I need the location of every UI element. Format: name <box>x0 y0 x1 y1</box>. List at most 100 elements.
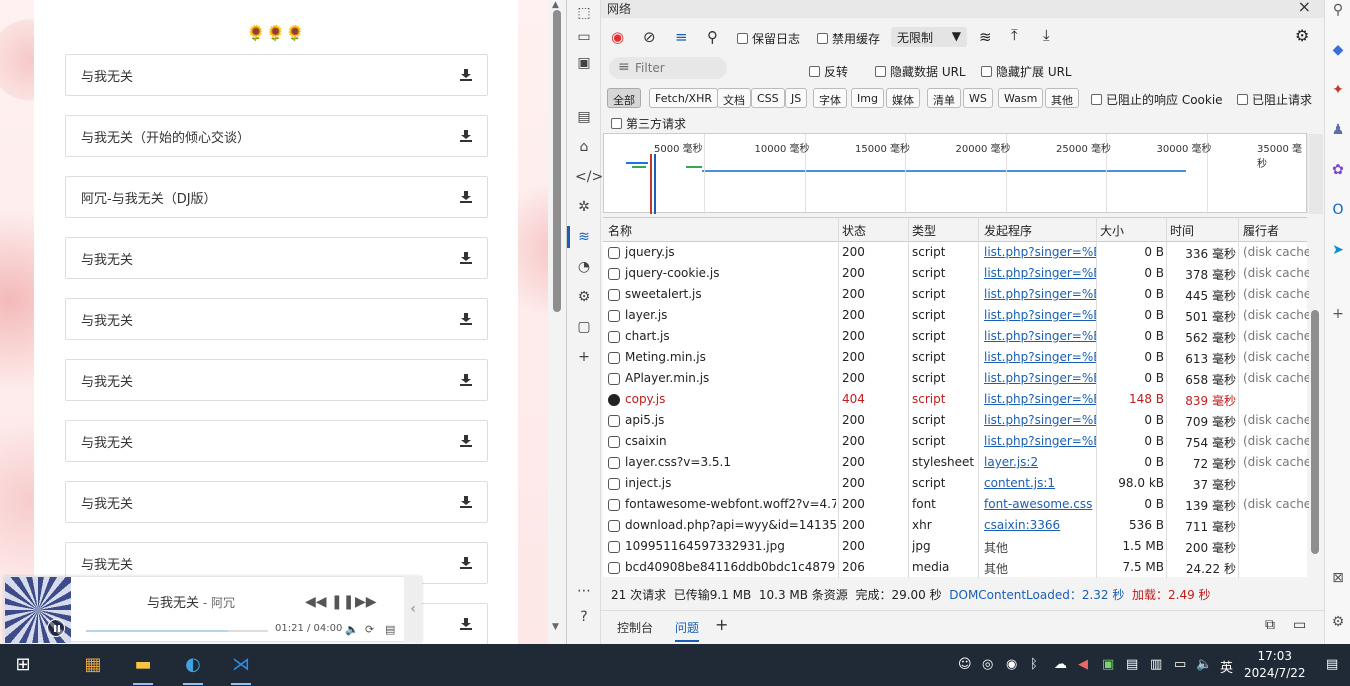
steam-icon[interactable]: ◎ <box>982 657 993 672</box>
table-scrollbar[interactable] <box>1309 218 1322 578</box>
lyrics-icon[interactable]: ▤ <box>385 623 395 636</box>
download-icon[interactable]: ⤓ <box>1043 26 1050 44</box>
preserve-log-box[interactable] <box>737 33 748 44</box>
column-divider[interactable] <box>1096 218 1097 578</box>
table-row[interactable]: 109951164597332931.jpg 200 jpg 其他 1.5 MB 200 … <box>603 536 1307 557</box>
vscode-icon[interactable]: ⋊ <box>228 653 254 685</box>
volume-icon[interactable]: 🔈 <box>345 623 359 636</box>
outlook-icon[interactable]: O <box>1330 202 1346 218</box>
type-chip[interactable]: 文档 <box>717 88 751 108</box>
page-scrollbar[interactable]: ▲ ▼ <box>548 0 566 644</box>
pause-icon[interactable]: ❚❚ <box>331 594 354 610</box>
type-chip[interactable]: JS <box>785 88 808 108</box>
home-icon[interactable]: ⌂ <box>575 138 593 156</box>
song-item[interactable]: 与我无关 <box>65 237 488 279</box>
throttle-select[interactable]: 无限制 ▼ <box>891 27 967 47</box>
invert-checkbox[interactable]: 反转 <box>809 63 848 80</box>
type-chip[interactable]: Fetch/XHR <box>649 88 718 108</box>
next-icon[interactable]: ▶▶ <box>355 594 377 610</box>
settings-gear-icon[interactable]: ⚙ <box>1295 26 1309 45</box>
cloud-icon[interactable]: ☁ <box>1054 657 1067 672</box>
table-row[interactable]: sweetalert.js 200 script list.php?singer=%E… <box>603 284 1316 305</box>
type-chip[interactable]: Img <box>851 88 884 108</box>
download-icon[interactable] <box>460 435 472 447</box>
column-header[interactable]: 名称 <box>608 222 632 239</box>
pause-overlay-icon[interactable] <box>47 619 65 637</box>
column-header[interactable]: 时间 <box>1170 222 1194 239</box>
qq-icon[interactable]: ☺ <box>958 657 972 672</box>
speaker-muted-icon[interactable]: ◀ <box>1078 657 1088 672</box>
type-chip[interactable]: 全部 <box>607 88 641 108</box>
disable-cache-box[interactable] <box>817 33 828 44</box>
request-initiator[interactable]: font-awesome.css <box>984 497 1096 511</box>
download-icon[interactable] <box>460 69 472 81</box>
clock[interactable]: 17:03 2024/7/22 <box>1244 648 1306 682</box>
song-item[interactable]: 与我无关（开始的倾心交谈） <box>65 115 488 157</box>
table-row[interactable]: inject.js 200 script content.js:1 98.0 kB 37 … <box>603 473 1307 494</box>
request-initiator[interactable]: list.php?singer=%E4% <box>984 287 1096 301</box>
dock-icon[interactable]: ⧉ <box>1265 617 1275 633</box>
memory-chip-icon[interactable]: ⚙ <box>575 288 593 306</box>
download-icon[interactable] <box>460 557 472 569</box>
filter-toggle-icon[interactable]: ≡ <box>675 28 688 46</box>
network-wifi-icon[interactable]: ≋ <box>567 226 593 248</box>
column-header[interactable]: 大小 <box>1100 222 1124 239</box>
hide-ext-url-checkbox[interactable]: 隐藏扩展 URL <box>981 63 1072 80</box>
chrome-icon[interactable]: ◉ <box>1006 657 1017 672</box>
song-item[interactable]: 与我无关 <box>65 359 488 401</box>
request-initiator[interactable]: list.php?singer=%E4% <box>984 413 1096 427</box>
third-party-checkbox[interactable]: 第三方请求 <box>611 115 686 132</box>
help-icon[interactable]: ? <box>575 608 593 626</box>
bug-icon[interactable]: ✲ <box>575 198 593 216</box>
request-initiator[interactable]: list.php?singer=%E4% <box>984 371 1096 385</box>
search-icon[interactable]: ⚲ <box>707 28 718 46</box>
performance-icon[interactable]: ◔ <box>575 258 593 276</box>
download-icon[interactable] <box>460 252 472 264</box>
loop-icon[interactable]: ⟳ <box>365 623 374 636</box>
tab-issues[interactable]: 问题 <box>675 619 700 642</box>
upload-icon[interactable]: ⤒ <box>1011 26 1018 44</box>
add-tab-icon[interactable]: + <box>715 615 728 634</box>
preserve-log-checkbox[interactable]: 保留日志 <box>737 30 800 47</box>
network-icon[interactable]: ▭ <box>1174 657 1186 672</box>
type-chip[interactable]: 媒体 <box>886 88 920 108</box>
table-row[interactable]: csaixin 200 script list.php?singer=%E4% 0 B 7… <box>603 431 1316 452</box>
add-icon[interactable]: + <box>1330 306 1346 322</box>
filter-input[interactable]: Filter <box>609 57 727 79</box>
column-header[interactable]: 发起程序 <box>984 222 1032 239</box>
network-conditions-icon[interactable]: ≋ <box>979 28 992 46</box>
blocked-requests-checkbox[interactable]: 已阻止请求 <box>1237 91 1312 108</box>
request-initiator[interactable]: layer.js:2 <box>984 455 1096 469</box>
table-row[interactable]: chart.js 200 script list.php?singer=%E4% 0 B… <box>603 326 1316 347</box>
undock-icon[interactable]: ▭ <box>1293 617 1306 633</box>
column-divider[interactable] <box>978 218 979 578</box>
sidebar-settings-icon[interactable]: ⚙ <box>1330 614 1346 630</box>
request-initiator[interactable]: list.php?singer=%E4% <box>984 329 1096 343</box>
browser-icon[interactable]: ▣ <box>575 54 593 72</box>
column-divider[interactable] <box>908 218 909 578</box>
scroll-up-icon[interactable]: ▲ <box>552 0 559 10</box>
device-toggle-icon[interactable]: ▭ <box>575 28 593 46</box>
hide-data-url-checkbox[interactable]: 隐藏数据 URL <box>875 63 966 80</box>
edge-icon[interactable]: ◐ <box>180 653 206 685</box>
table-row[interactable]: download.php?api=wyy&id=1413585... 200 xhr… <box>603 515 1307 536</box>
notifications-icon[interactable]: ▤ <box>1326 657 1338 672</box>
third-party-box[interactable] <box>611 118 622 129</box>
table-row[interactable]: fontawesome-webfont.woff2?v=4.7.0 200 font… <box>603 494 1316 515</box>
table-row[interactable]: api5.js 200 script list.php?singer=%E4% 0 B 7… <box>603 410 1316 431</box>
blocked-requests-box[interactable] <box>1237 94 1248 105</box>
page-scroll-thumb[interactable] <box>553 10 561 312</box>
overview-scrollbar[interactable] <box>1309 134 1323 214</box>
type-chip[interactable]: 其他 <box>1045 88 1079 108</box>
table-row[interactable]: jquery.js 200 script list.php?singer=%E4% 0 … <box>603 242 1316 263</box>
type-chip[interactable]: WS <box>963 88 993 108</box>
blocked-cookies-box[interactable] <box>1091 94 1102 105</box>
store-icon[interactable]: ▦ <box>80 653 106 677</box>
send-icon[interactable]: ➤ <box>1330 242 1346 258</box>
type-chip[interactable]: CSS <box>751 88 785 108</box>
scroll-down-icon[interactable]: ▼ <box>552 622 559 632</box>
album-cover[interactable] <box>5 577 71 643</box>
bluetooth-icon[interactable]: ᛒ <box>1030 657 1038 672</box>
song-item[interactable]: 与我无关 <box>65 54 488 96</box>
hide-data-url-box[interactable] <box>875 66 886 77</box>
